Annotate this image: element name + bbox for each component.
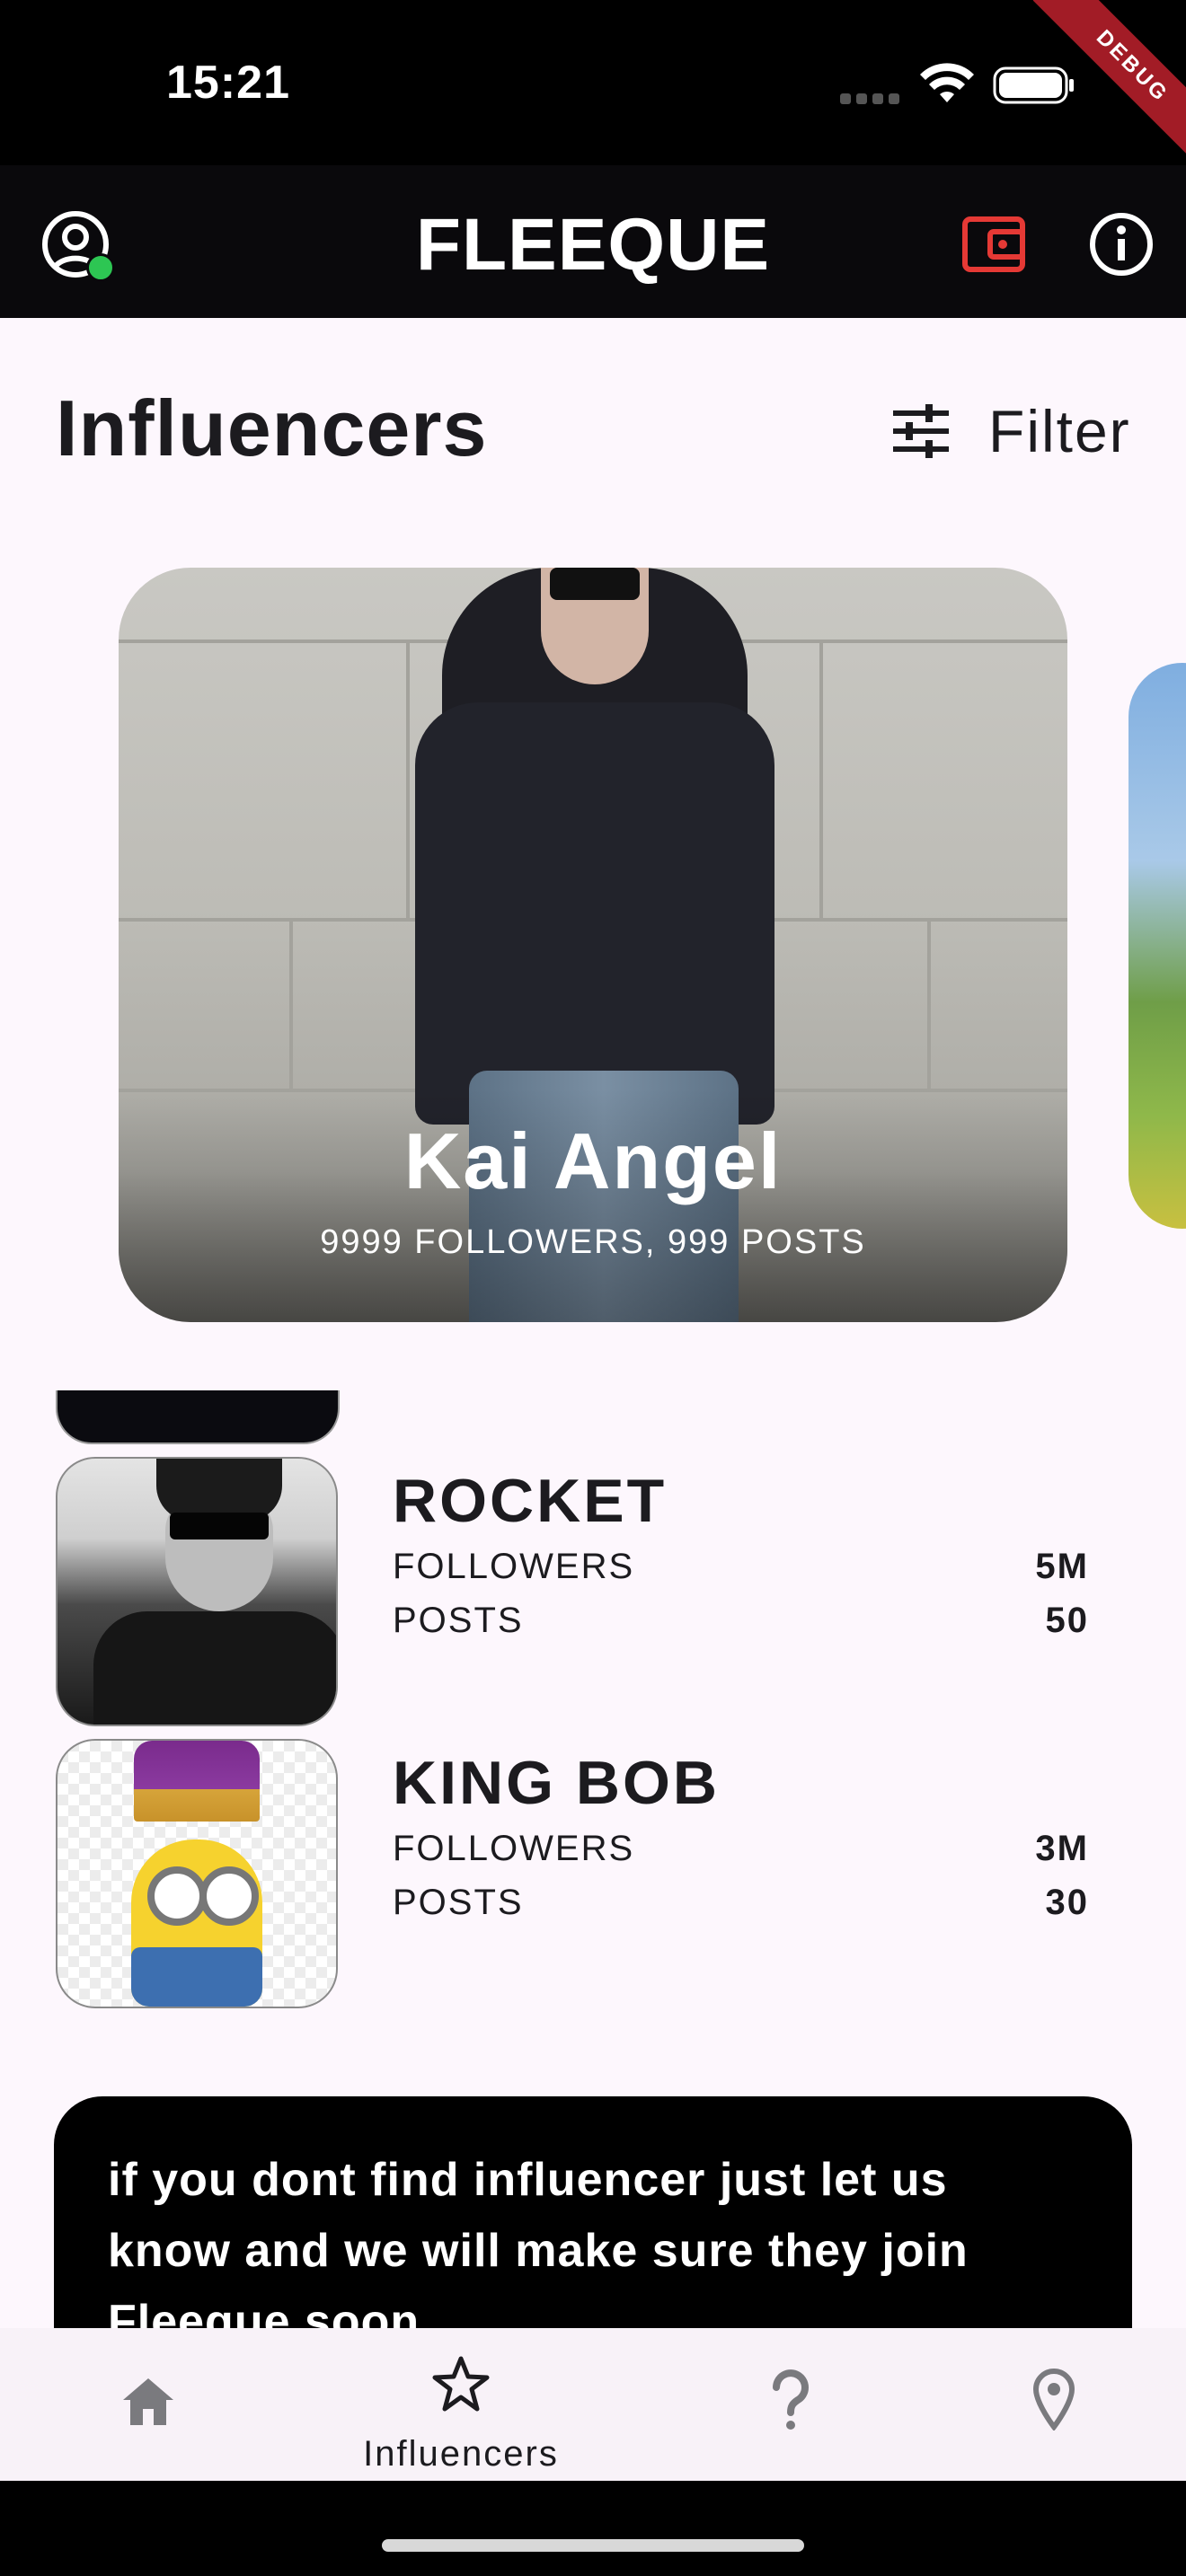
list-item-partial-thumbnail[interactable]	[56, 1390, 340, 1444]
influencer-name: ROCKET	[393, 1467, 668, 1535]
location-pin-icon	[1032, 2368, 1075, 2430]
featured-name: Kai Angel	[403, 1116, 783, 1205]
question-icon	[773, 2369, 809, 2430]
info-icon[interactable]	[1087, 210, 1155, 278]
followers-value: 3M	[1035, 1829, 1089, 1868]
debug-label: DEBUG	[1032, 0, 1186, 162]
filter-sliders-icon	[893, 404, 949, 458]
posts-value: 50	[1045, 1601, 1089, 1640]
nav-influencers[interactable]: Influencers	[313, 2328, 609, 2481]
debug-banner: DEBUG	[1024, 0, 1186, 162]
followers-label: FOLLOWERS	[393, 1829, 635, 1868]
influencer-thumbnail	[56, 1457, 338, 1726]
wifi-icon	[920, 63, 974, 102]
home-icon	[123, 2378, 173, 2425]
cellular-signal-icon	[840, 93, 905, 109]
page-title: Influencers	[56, 384, 488, 472]
nav-location[interactable]	[906, 2328, 1186, 2481]
star-icon	[432, 2356, 490, 2412]
followers-label: FOLLOWERS	[393, 1547, 635, 1586]
influencer-name: KING BOB	[393, 1749, 720, 1817]
featured-stats: 9999 FOLLOWERS, 999 POSTS	[320, 1223, 866, 1261]
system-bottom-bar	[0, 2481, 1186, 2576]
followers-value: 5M	[1035, 1547, 1089, 1586]
status-time: 15:21	[166, 57, 290, 109]
posts-label: POSTS	[393, 1601, 524, 1640]
banner-text: if you dont find influencer just let us …	[108, 2154, 969, 2348]
posts-value: 30	[1045, 1883, 1089, 1922]
bottom-navigation: Influencers	[0, 2328, 1186, 2481]
influencer-thumbnail	[56, 1739, 338, 2008]
influencer-list-item-rocket[interactable]: ROCKET FOLLOWERS 5M POSTS 50	[56, 1457, 1089, 1726]
wallet-icon[interactable]	[960, 212, 1028, 275]
nav-home[interactable]	[0, 2328, 296, 2481]
filter-button[interactable]: Filter	[890, 395, 1131, 467]
nav-help[interactable]	[642, 2328, 939, 2481]
home-indicator[interactable]	[382, 2539, 804, 2552]
filter-label: Filter	[988, 398, 1131, 464]
next-featured-card[interactable]	[1128, 663, 1186, 1229]
influencer-list-item-king-bob[interactable]: KING BOB FOLLOWERS 3M POSTS 30	[56, 1739, 1089, 2008]
nav-influencers-label: Influencers	[363, 2434, 559, 2474]
posts-label: POSTS	[393, 1883, 524, 1922]
featured-influencer-card[interactable]: Kai Angel 9999 FOLLOWERS, 999 POSTS	[119, 568, 1067, 1322]
